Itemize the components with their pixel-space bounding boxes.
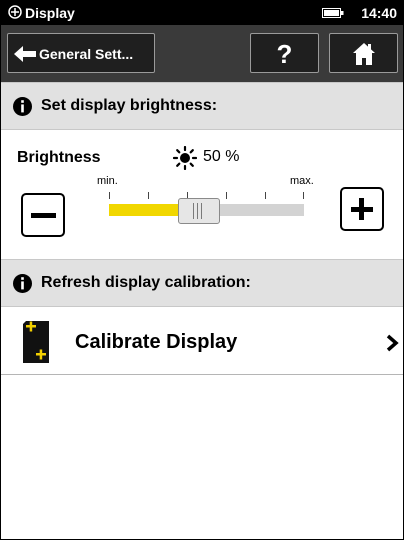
- brightness-section-header: Set display brightness:: [1, 82, 403, 130]
- calibration-section-title: Refresh display calibration:: [41, 274, 251, 291]
- slider-min-label: min.: [97, 175, 118, 187]
- status-bar: Display 14:40: [1, 1, 403, 25]
- slider-tick: [303, 192, 304, 199]
- status-time: 14:40: [361, 5, 397, 21]
- help-button[interactable]: ?: [250, 33, 319, 73]
- slider-tick: [265, 192, 266, 199]
- brightness-slider-thumb[interactable]: [178, 198, 220, 224]
- slider-tick: [109, 192, 110, 199]
- calibrate-icon: [23, 321, 49, 363]
- home-icon: [353, 43, 375, 65]
- slider-tick: [148, 192, 149, 199]
- info-icon: [13, 97, 32, 116]
- app-icon: [8, 5, 22, 19]
- app-frame: Display 14:40 General Sett... ? Set disp…: [0, 0, 404, 540]
- window-title: Display: [25, 5, 75, 21]
- calibrate-display-item[interactable]: Calibrate Display: [1, 311, 403, 375]
- battery-icon: [322, 8, 344, 18]
- brightness-label: Brightness: [17, 149, 101, 166]
- calibration-section-header: Refresh display calibration:: [1, 259, 403, 307]
- minus-icon: [31, 213, 56, 218]
- sun-icon: [173, 146, 197, 170]
- chevron-right-icon: [386, 334, 399, 352]
- increase-brightness-button[interactable]: [340, 187, 384, 231]
- back-button[interactable]: General Sett...: [7, 33, 155, 73]
- info-icon: [13, 274, 32, 293]
- nav-bar: General Sett... ?: [1, 25, 403, 82]
- slider-tick: [226, 192, 227, 199]
- home-button[interactable]: [329, 33, 398, 73]
- back-arrow-icon: [14, 46, 36, 62]
- brightness-slider-fill: [109, 204, 186, 216]
- decrease-brightness-button[interactable]: [21, 193, 65, 237]
- calibrate-display-label: Calibrate Display: [75, 331, 238, 353]
- back-button-label: General Sett...: [39, 46, 134, 62]
- brightness-section-title: Set display brightness:: [41, 97, 218, 114]
- slider-max-label: max.: [290, 175, 314, 187]
- brightness-value: 50 %: [203, 148, 240, 165]
